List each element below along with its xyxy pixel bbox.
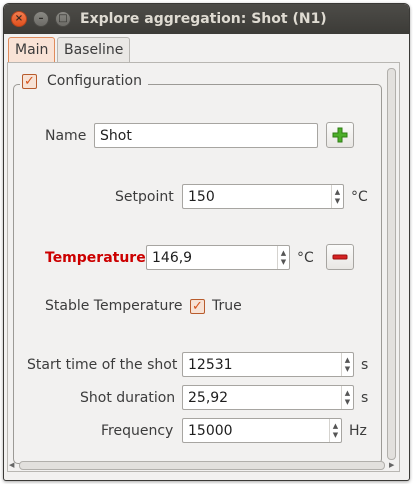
minimize-button[interactable]: – [33,11,49,27]
setpoint-unit: °C [351,189,368,205]
stable-temperature-label: Stable Temperature [45,298,183,314]
window-title: Explore aggregation: Shot (N1) [80,11,327,27]
tab-baseline[interactable]: Baseline [57,37,131,62]
spin-down-icon[interactable]: ▼ [345,365,350,374]
spin-down-icon[interactable]: ▼ [345,398,350,407]
frequency-label: Frequency [101,423,174,439]
temperature-spinbox[interactable]: 146,9 ▲ ▼ [146,245,290,270]
spin-up-icon[interactable]: ▲ [333,422,338,431]
check-icon: ✓ [24,73,35,89]
setpoint-label: Setpoint [115,189,174,205]
start-time-label: Start time of the shot [27,357,178,373]
start-time-spin-arrows[interactable]: ▲ ▼ [341,353,353,376]
stable-temperature-value: True [212,298,242,314]
setpoint-spin-arrows[interactable]: ▲ ▼ [331,185,343,208]
maximize-button[interactable]: □ [55,11,71,27]
shot-duration-unit: s [361,390,369,406]
maximize-icon: □ [58,13,68,24]
setpoint-spinbox[interactable]: 150 ▲ ▼ [182,184,344,209]
shot-duration-label: Shot duration [80,390,176,406]
spin-down-icon[interactable]: ▼ [333,431,338,440]
spin-up-icon[interactable]: ▲ [345,356,350,365]
start-time-value: 12531 [188,356,233,373]
minus-icon [332,254,348,260]
temperature-value: 146,9 [152,249,193,266]
minimize-icon: – [38,13,44,24]
tab-main[interactable]: Main [8,37,56,62]
setpoint-value: 150 [188,188,215,205]
vertical-scrollbar-thumb[interactable] [387,68,396,460]
temperature-spin-arrows[interactable]: ▲ ▼ [277,246,289,269]
frequency-unit: Hz [349,423,367,439]
frequency-spinbox[interactable]: 15000 ▲ ▼ [182,418,342,443]
configuration-label: Configuration [47,73,142,89]
spin-up-icon[interactable]: ▲ [345,389,350,398]
remove-button[interactable] [326,244,354,270]
spin-down-icon[interactable]: ▼ [335,197,340,206]
close-button[interactable]: × [11,11,27,27]
shot-duration-value: 25,92 [188,389,229,406]
scroll-left-icon[interactable]: ◀ [9,461,14,469]
temperature-unit: °C [297,250,314,266]
shot-duration-spinbox[interactable]: 25,92 ▲ ▼ [182,385,354,410]
title-bar[interactable]: × – □ Explore aggregation: Shot (N1) [4,4,409,34]
temperature-label: Temperature [45,250,146,266]
horizontal-scrollbar-thumb[interactable] [19,461,385,470]
frequency-value: 15000 [188,422,233,439]
check-icon: ✓ [192,299,203,314]
frequency-spin-arrows[interactable]: ▲ ▼ [329,419,341,442]
spin-up-icon[interactable]: ▲ [281,249,286,258]
plus-icon [332,127,348,143]
spin-up-icon[interactable]: ▲ [335,188,340,197]
name-input[interactable]: Shot [94,123,318,148]
close-icon: × [14,13,24,24]
configuration-legend: ✓ Configuration [20,73,148,89]
start-time-spinbox[interactable]: 12531 ▲ ▼ [182,352,354,377]
shot-duration-spin-arrows[interactable]: ▲ ▼ [341,386,353,409]
scroll-right-icon[interactable]: ▶ [389,461,394,469]
vertical-scrollbar[interactable] [386,68,397,460]
horizontal-scrollbar[interactable]: ◀ ▶ [8,460,399,471]
start-time-unit: s [361,357,369,373]
stable-temperature-checkbox[interactable]: ✓ [190,299,205,314]
name-label: Name [45,128,87,144]
add-button[interactable] [326,122,354,148]
configuration-checkbox[interactable]: ✓ [22,73,37,89]
spin-down-icon[interactable]: ▼ [281,258,286,267]
